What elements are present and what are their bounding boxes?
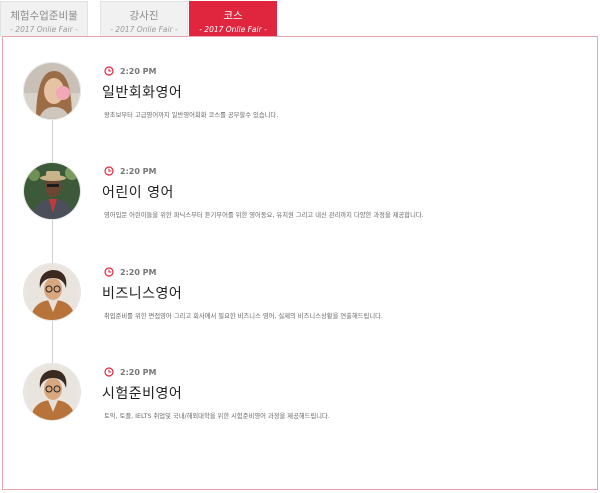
course-description: 토익, 토플, IELTS 취업및 국내/해외대학을 위한 시험준비영어 과정을…: [104, 413, 330, 420]
course-time: 2:20 PM: [120, 66, 157, 76]
course-description: 왕초보부터 고급영어까지 일반영어회화 코스를 공부할수 있습니다.: [104, 112, 279, 119]
tab-bar: 체험수업준비물 - 2017 Onlie Fair - 강사진 - 2017 O…: [0, 0, 600, 42]
time-row: 2:20 PM: [104, 65, 157, 77]
tab-trial-supplies[interactable]: 체험수업준비물 - 2017 Onlie Fair -: [0, 1, 88, 36]
time-row: 2:20 PM: [104, 266, 157, 278]
tab-subtitle: - 2017 Onlie Fair -: [10, 25, 78, 34]
course-title: 어린이 영어: [102, 185, 174, 201]
course-time: 2:20 PM: [120, 267, 157, 277]
course-item: 2:20 PM 어린이 영어 영어입문 어린이들을 위한 파닉스부터 듣기부어를…: [0, 162, 600, 242]
course-time: 2:20 PM: [120, 166, 157, 176]
course-title: 비즈니스영어: [102, 286, 183, 302]
course-avatar: [23, 62, 81, 120]
course-avatar: [23, 162, 81, 220]
course-avatar: [23, 363, 81, 421]
course-item: 2:20 PM 시험준비영어 토익, 토플, IELTS 취업및 국내/해외대학…: [0, 363, 600, 443]
course-avatar: [23, 263, 81, 321]
tab-title: 코스: [223, 10, 243, 22]
tab-instructors[interactable]: 강사진 - 2017 Onlie Fair -: [100, 1, 188, 36]
clock-icon: [104, 367, 114, 377]
clock-icon: [104, 267, 114, 277]
tab-courses[interactable]: 코스 - 2017 Onlie Fair -: [189, 1, 277, 42]
course-title: 일반회화영어: [102, 85, 183, 101]
course-description: 영어입문 어린이들을 위한 파닉스부터 듣기부어를 위한 영어동요, 유치원 그…: [104, 212, 424, 219]
time-row: 2:20 PM: [104, 165, 157, 177]
time-row: 2:20 PM: [104, 366, 157, 378]
course-item: 2:20 PM 일반회화영어 왕초보부터 고급영어까지 일반영어회화 코스를 공…: [0, 62, 600, 142]
tab-title: 강사진: [129, 10, 159, 22]
course-item: 2:20 PM 비즈니스영어 취업준비를 위한 면접영어 그리고 회사에서 필요…: [0, 263, 600, 343]
tab-title: 체험수업준비물: [10, 10, 78, 22]
course-time: 2:20 PM: [120, 367, 157, 377]
course-title: 시험준비영어: [102, 386, 183, 402]
tab-subtitle: - 2017 Onlie Fair -: [110, 25, 178, 34]
tab-subtitle: - 2017 Onlie Fair -: [199, 25, 267, 34]
course-description: 취업준비를 위한 면접영어 그리고 회사에서 필요한 비즈니스 영어, 실제의 …: [104, 313, 383, 320]
clock-icon: [104, 166, 114, 176]
clock-icon: [104, 66, 114, 76]
